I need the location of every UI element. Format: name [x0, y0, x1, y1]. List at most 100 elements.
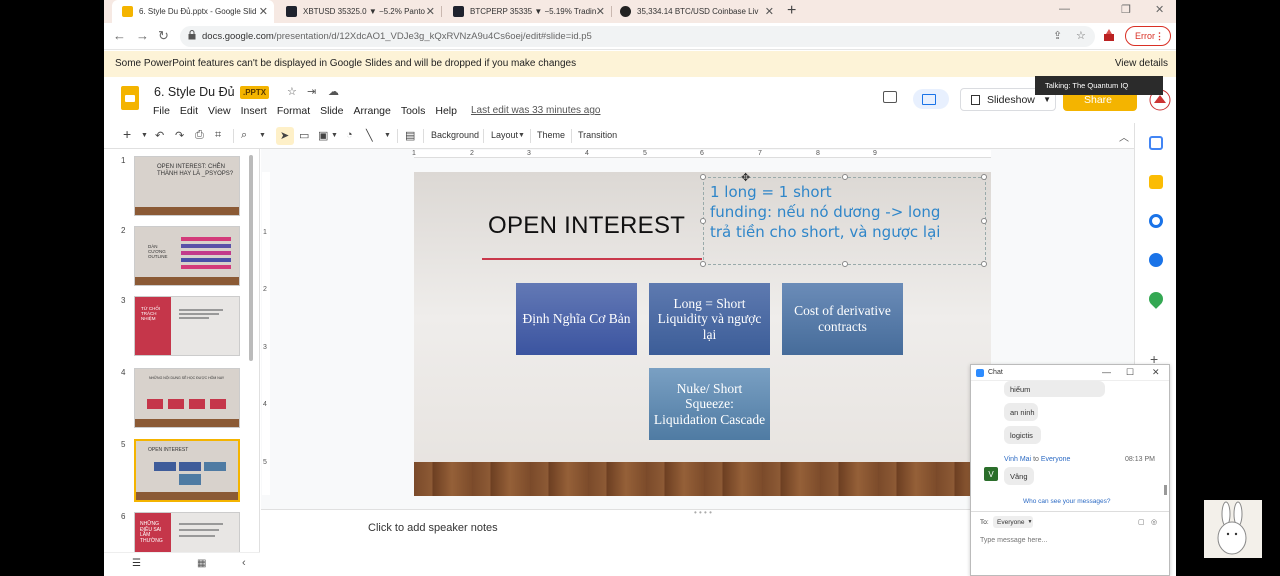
insert-image-icon[interactable]: ▣: [318, 129, 328, 142]
slide-thumbnail-selected[interactable]: OPEN INTEREST: [134, 439, 240, 502]
chat-maximize-icon[interactable]: ☐: [1126, 367, 1134, 378]
line-dropdown-icon[interactable]: ▼: [384, 132, 391, 139]
speaker-notes-placeholder[interactable]: Click to add speaker notes: [368, 522, 498, 534]
slide-thumbnail[interactable]: TỪ CHỐI TRÁCH NHIỆM: [134, 296, 240, 356]
slide-canvas[interactable]: OPEN INTEREST 1 long = 1 short funding: …: [414, 172, 991, 496]
menu-format[interactable]: Format: [277, 105, 310, 117]
text-box-icon[interactable]: ▭: [299, 129, 309, 142]
resize-handle[interactable]: [842, 261, 848, 267]
redo-icon[interactable]: ↷: [175, 129, 184, 142]
resize-handle[interactable]: [981, 174, 987, 180]
close-window-button[interactable]: ✕: [1155, 3, 1164, 16]
resize-handle[interactable]: [842, 174, 848, 180]
line-icon[interactable]: ╲: [366, 129, 373, 142]
select-cursor-icon[interactable]: ➤: [280, 129, 289, 142]
keep-icon[interactable]: [1149, 175, 1163, 189]
comment-history-icon[interactable]: [883, 91, 897, 103]
concept-box-liquidity[interactable]: Long = Short Liquidity và ngược lại: [649, 283, 770, 355]
menu-slide[interactable]: Slide: [320, 105, 343, 117]
lock-icon[interactable]: [188, 30, 196, 40]
menu-edit[interactable]: Edit: [180, 105, 198, 117]
notes-drag-handle[interactable]: • • • •: [694, 508, 712, 517]
close-tab-icon[interactable]: ✕: [259, 5, 268, 18]
restore-window-button[interactable]: ❐: [1121, 3, 1131, 16]
bookmark-star-icon[interactable]: ☆: [1076, 29, 1086, 42]
menu-view[interactable]: View: [208, 105, 231, 117]
menu-arrange[interactable]: Arrange: [353, 105, 390, 117]
close-tab-icon[interactable]: ✕: [596, 5, 605, 18]
chat-message-input[interactable]: [980, 534, 1160, 546]
maps-icon[interactable]: [1146, 289, 1166, 309]
extension-icon[interactable]: [1103, 28, 1115, 42]
close-tab-icon[interactable]: ✕: [765, 5, 774, 18]
resize-handle[interactable]: [700, 261, 706, 267]
who-can-see-link[interactable]: Who can see your messages?: [1023, 498, 1110, 505]
collapse-menus-icon[interactable]: ︿: [1119, 129, 1129, 144]
shape-icon[interactable]: ◔: [346, 129, 353, 141]
paint-format-icon[interactable]: ⌗: [215, 129, 221, 142]
tab-btcperp[interactable]: BTCPERP 35335 ▼ −5.19% Tradin ✕: [443, 0, 612, 23]
profile-error-button[interactable]: Error ⋮: [1125, 26, 1171, 46]
collapse-filmstrip-icon[interactable]: ‹: [242, 557, 246, 569]
new-slide-icon[interactable]: +: [123, 126, 131, 142]
undo-icon[interactable]: ↶: [155, 129, 164, 142]
file-share-icon[interactable]: ▢: [1138, 518, 1145, 526]
list-view-icon[interactable]: ☰: [132, 558, 141, 569]
layout-dropdown-icon[interactable]: ▼: [518, 132, 525, 139]
transition-button[interactable]: Transition: [578, 130, 617, 140]
slide-thumbnail[interactable]: DÀN CƯƠNG OUTLINE: [134, 226, 240, 286]
filmstrip-scrollbar[interactable]: [249, 155, 253, 361]
concept-box-definition[interactable]: Định Nghĩa Cơ Bản: [516, 283, 637, 355]
resize-handle[interactable]: [981, 261, 987, 267]
calendar-icon[interactable]: [1149, 136, 1163, 150]
reload-icon[interactable]: ↻: [158, 28, 169, 44]
view-details-link[interactable]: View details: [1115, 58, 1168, 69]
recipient-select[interactable]: Everyone ▼: [993, 516, 1033, 528]
contacts-icon[interactable]: [1149, 253, 1163, 267]
cloud-status-icon[interactable]: ☁: [328, 85, 339, 98]
menu-tools[interactable]: Tools: [401, 105, 426, 117]
slides-logo-icon[interactable]: [121, 86, 139, 110]
new-slide-dropdown-icon[interactable]: ▼: [141, 132, 148, 139]
present-to-meeting-icon[interactable]: [913, 89, 949, 109]
menu-insert[interactable]: Insert: [241, 105, 267, 117]
tasks-icon[interactable]: [1149, 214, 1163, 228]
back-icon[interactable]: ←: [113, 28, 126, 43]
tab-xbtusd[interactable]: XBTUSD 35325.0 ▼ −5.2% Panto ✕: [276, 0, 442, 23]
slide-thumbnail[interactable]: OPEN INTEREST: CHÊN THÀNH HAY LÀ _PSYOPS…: [134, 156, 240, 216]
chat-minimize-icon[interactable]: —: [1102, 367, 1111, 377]
image-dropdown-icon[interactable]: ▼: [331, 132, 338, 139]
more-options-icon[interactable]: ◎: [1151, 518, 1157, 526]
tab-google-slides[interactable]: 6. Style Du Đủ.pptx - Google Slid ✕: [112, 0, 274, 23]
resize-handle[interactable]: [981, 218, 987, 224]
print-icon[interactable]: ⎙: [195, 129, 204, 142]
zoom-dropdown-icon[interactable]: ▼: [259, 132, 266, 139]
close-tab-icon[interactable]: ✕: [426, 5, 435, 18]
move-folder-icon[interactable]: ⇥: [307, 85, 316, 98]
document-title[interactable]: 6. Style Du Đủ: [154, 85, 235, 99]
grid-view-icon[interactable]: ▦: [197, 558, 206, 569]
selected-text-box[interactable]: 1 long = 1 short funding: nếu nó dương -…: [700, 174, 987, 267]
concept-box-nuke[interactable]: Nuke/ Short Squeeze: Liquidation Cascade: [649, 368, 770, 440]
forward-icon[interactable]: →: [136, 28, 149, 43]
menu-help[interactable]: Help: [435, 105, 457, 117]
add-comment-icon[interactable]: ▤: [405, 129, 415, 142]
chat-close-icon[interactable]: ✕: [1152, 367, 1160, 378]
share-page-icon[interactable]: ⇪: [1053, 29, 1062, 42]
theme-button[interactable]: Theme: [537, 130, 565, 140]
menu-file[interactable]: File: [153, 105, 170, 117]
minimize-window-button[interactable]: —: [1059, 3, 1070, 15]
new-tab-button[interactable]: +: [787, 2, 796, 20]
layout-button[interactable]: Layout: [491, 130, 518, 140]
resize-handle[interactable]: [700, 174, 706, 180]
resize-handle[interactable]: [700, 218, 706, 224]
zoom-icon[interactable]: ⌕: [241, 129, 247, 142]
concept-box-cost[interactable]: Cost of derivative contracts: [782, 283, 903, 355]
chat-scrollbar[interactable]: [1164, 485, 1167, 495]
star-icon[interactable]: ☆: [287, 85, 297, 98]
slide-thumbnail[interactable]: NHỮNG NỘI DUNG SẼ HỌC ĐƯỢC HÔM NAY: [134, 368, 240, 428]
slide-title[interactable]: OPEN INTEREST: [488, 212, 685, 240]
last-edit-link[interactable]: Last edit was 33 minutes ago: [471, 105, 601, 117]
tab-coinbase[interactable]: 35,334.14 BTC/USD Coinbase Liv ✕: [610, 0, 780, 23]
url-field[interactable]: docs.google.com/presentation/d/12XdcAO1_…: [180, 26, 1095, 47]
